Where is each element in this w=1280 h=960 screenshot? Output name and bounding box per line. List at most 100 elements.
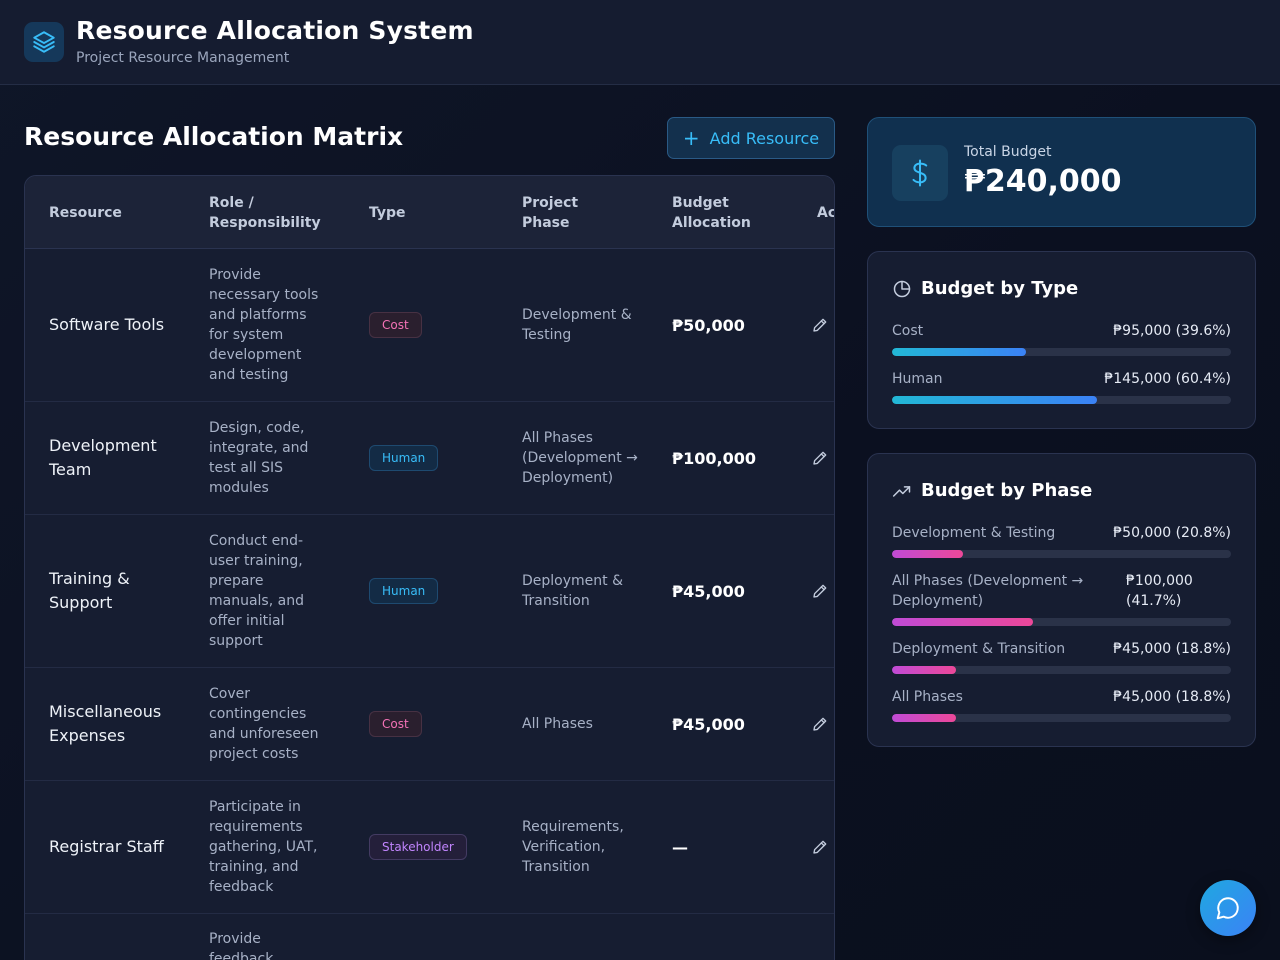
bar-label: All Phases (Development → Deployment) [892,573,1084,609]
pie-chart-icon [893,280,911,297]
phase-bar-item: All Phases (Development → Deployment) ₱1… [892,571,1231,631]
resource-name: Registrar Staff [49,837,164,856]
progress-fill [892,348,1027,356]
column-header-budget[interactable]: Budget Allocation [672,176,772,249]
pencil-icon [813,318,827,332]
bar-label: Human [892,371,943,387]
app-subtitle: Project Resource Management [76,50,290,66]
trending-up-icon [892,485,911,497]
resource-role: Provide feedback [209,931,274,960]
type-badge: Stakeholder [369,834,467,860]
bar-label: Deployment & Transition [892,641,1066,657]
column-header-resource[interactable]: Resource [49,176,189,249]
layers-icon [33,31,55,53]
table-row: Registrar Staff Participate in requireme… [25,781,834,914]
column-header-actions[interactable]: Ac [817,176,834,249]
add-resource-button[interactable]: + Add Resource [667,117,835,159]
bar-value: ₱95,000 (39.6%) [1113,323,1231,339]
column-header-phase[interactable]: Project Phase [522,176,602,249]
progress-fill [892,550,963,558]
app-header: Resource Allocation System Project Resou… [0,0,1280,85]
total-budget-card: Total Budget ₱240,000 [867,117,1256,227]
phase-bar-item: All Phases ₱45,000 (18.8%) [892,687,1231,727]
page-title: Resource Allocation Matrix [24,122,404,151]
resource-name: Training & Support [49,569,130,612]
resource-budget: ₱45,000 [672,581,745,601]
type-cell: Stakeholder [369,781,499,913]
app-logo [24,22,64,62]
type-bar-item: Human ₱145,000 (60.4%) [892,369,1231,409]
column-header-role[interactable]: Role / Responsibility [209,176,339,249]
bar-label: Development & Testing [892,525,1056,541]
dollar-icon [912,159,928,187]
resource-phase: All Phases [522,716,593,732]
type-badge: Cost [369,711,422,737]
bar-value: ₱100,000 (41.7%) [1126,573,1193,609]
resource-name: Software Tools [49,315,165,334]
pencil-icon [813,840,827,854]
type-badge: Human [369,445,439,471]
resource-budget: ₱50,000 [672,315,745,335]
edit-button[interactable] [811,781,834,913]
app-title: Resource Allocation System [76,16,474,45]
progress-track [892,348,1231,356]
type-badge: Cost [369,312,422,338]
bar-label: All Phases [892,689,963,705]
panel-title-text: Budget by Phase [921,480,1093,501]
resource-phase: All Phases (Development → Deployment) [522,430,638,486]
progress-track [892,714,1231,722]
table-row: Miscellaneous Expenses Cover contingenci… [25,668,834,781]
edit-button[interactable] [811,402,834,514]
type-cell: Human [369,515,499,667]
type-cell: Human [369,402,499,514]
resource-name: Miscellaneous Expenses [49,702,162,745]
chat-bubble-icon [1216,897,1239,920]
resource-phase: Development & Testing [522,307,632,343]
resource-role: Design, code, integrate, and test all SI… [209,420,309,496]
pencil-icon [813,584,827,598]
budget-by-phase-panel: Budget by Phase Development & Testing ₱5… [867,453,1256,747]
table-row: Training & Support Conduct end-user trai… [25,515,834,668]
column-header-type[interactable]: Type [369,176,489,249]
total-budget-label: Total Budget [964,144,1052,160]
bar-value: ₱45,000 (18.8%) [1113,689,1231,705]
table-row: Software Tools Provide necessary tools a… [25,249,834,402]
table-row: Development Team Design, code, integrate… [25,402,834,515]
progress-track [892,396,1231,404]
panel-title-text: Budget by Type [921,278,1079,299]
plus-icon: + [682,126,700,150]
pencil-icon [813,451,827,465]
type-cell: Cost [369,249,499,401]
edit-button[interactable] [811,249,834,401]
edit-button[interactable] [811,515,834,667]
dollar-icon-box [892,145,948,201]
budget-by-phase-title: Budget by Phase [892,480,1092,501]
type-cell: Cost [369,668,499,780]
progress-fill [892,666,956,674]
budget-by-type-title: Budget by Type [892,278,1078,299]
phase-bar-item: Deployment & Transition ₱45,000 (18.8%) [892,639,1231,679]
table-row: Provide feedback [25,914,834,960]
resource-budget: — [672,837,688,857]
edit-button[interactable] [811,668,834,780]
budget-by-type-panel: Budget by Type Cost ₱95,000 (39.6%) Huma… [867,251,1256,429]
progress-track [892,618,1231,626]
bar-value: ₱50,000 (20.8%) [1113,525,1231,541]
chat-button[interactable] [1200,880,1256,936]
resource-role: Provide necessary tools and platforms fo… [209,267,319,383]
total-budget-value: ₱240,000 [964,164,1122,199]
type-badge: Human [369,578,439,604]
resource-role: Participate in requirements gathering, U… [209,799,318,895]
bar-label: Cost [892,323,924,339]
resource-budget: ₱100,000 [672,448,757,468]
progress-fill [892,714,956,722]
pencil-icon [813,717,827,731]
bar-value: ₱45,000 (18.8%) [1113,641,1231,657]
resource-role: Conduct end-user training, prepare manua… [209,533,304,649]
resource-name: Development Team [49,436,157,479]
resource-budget: ₱45,000 [672,714,745,734]
resource-phase: Requirements, Verification, Transition [522,819,624,875]
type-bar-item: Cost ₱95,000 (39.6%) [892,321,1231,361]
progress-fill [892,618,1034,626]
table-header: Resource Role / Responsibility Type Proj… [25,176,834,249]
